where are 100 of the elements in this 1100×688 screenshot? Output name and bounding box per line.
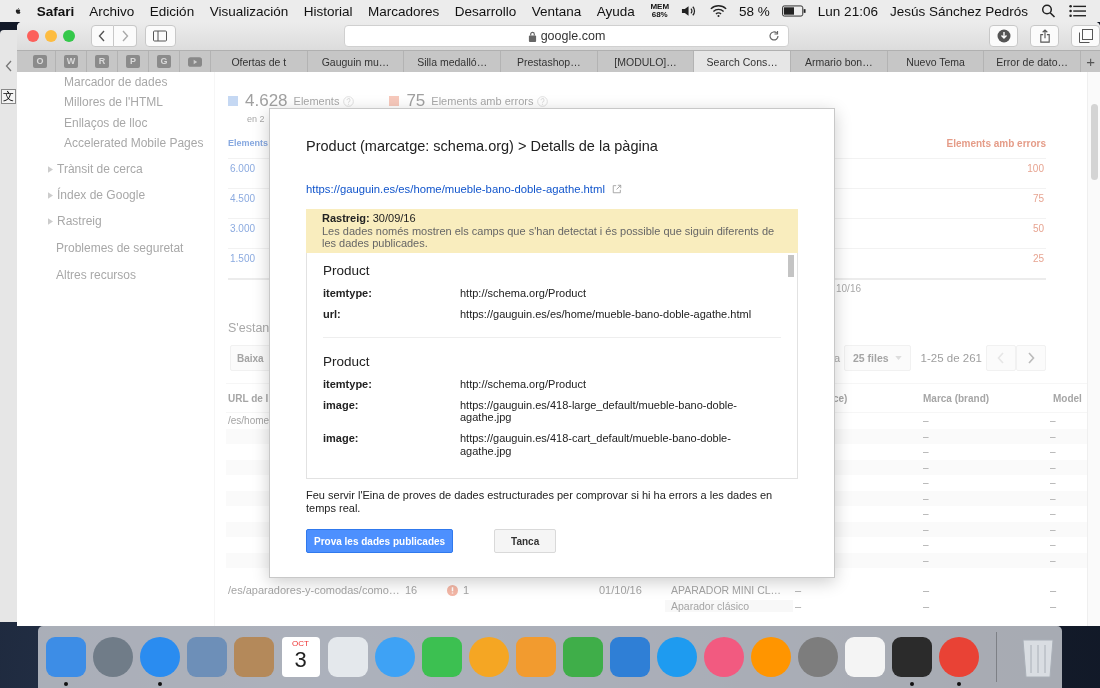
page-range: 1-25 de 261 (920, 352, 982, 364)
menu-item[interactable]: Archivo (89, 3, 135, 19)
table-cell-text: – (1049, 461, 1057, 473)
table-cell-text: – (1049, 600, 1058, 612)
disclosure-triangle-icon[interactable] (48, 217, 53, 225)
external-link-icon[interactable] (611, 184, 622, 194)
property-value: http://schema.org/Product (460, 377, 587, 390)
running-indicator (63, 682, 68, 686)
day-label: 3 (294, 648, 307, 672)
table-cell-text: – (1049, 415, 1057, 427)
running-indicator (909, 682, 914, 686)
property-value: https://gauguin.es/418-large_default/mueble-bano-doble-agathe.jpg (460, 398, 739, 424)
chevron-left-icon[interactable] (4, 60, 13, 72)
menu-item[interactable]: Ventana (531, 3, 582, 19)
disclosure-triangle-icon[interactable] (48, 165, 53, 173)
help-icon[interactable] (537, 95, 549, 107)
download-icon (996, 29, 1011, 43)
dialog-message: Feu servir l'Eina de proves de dades estructurades per comprovar si hi ha errors a les dades en temps real. (306, 489, 774, 515)
property-value: https://gauguin.es/418-cart_default/mueble-bano-doble-agathe.jpg (460, 432, 732, 457)
table-cell-text: – (922, 477, 930, 489)
axis-tick-label: 100 (1027, 163, 1045, 174)
menu-item[interactable]: Desarrollo (454, 3, 517, 19)
table-cell-text: – (922, 523, 930, 535)
axis-title: Elements (228, 138, 269, 148)
scrollbar-thumb[interactable] (788, 255, 794, 277)
wifi-icon[interactable] (710, 4, 728, 18)
chevron-right-icon (1027, 352, 1035, 364)
table-cell-text: /es/home (227, 415, 271, 427)
sidebar-button[interactable] (144, 25, 176, 47)
table-cell-text: – (1049, 430, 1057, 442)
table-cell-text: – (922, 430, 930, 442)
menu-item[interactable]: Visualización (209, 3, 289, 19)
browser-tab[interactable]: Search Cons… (694, 51, 792, 72)
clock[interactable]: Lun 21:06 (817, 3, 878, 19)
metric-value: 4.628 (245, 91, 288, 111)
axis-tick-label: 50 (1032, 223, 1045, 234)
property-name: image: (323, 432, 360, 446)
next-page-button[interactable] (1016, 345, 1046, 371)
axis-tick-label: 25 (1032, 253, 1045, 264)
translate-button[interactable]: 文 (1, 89, 16, 104)
item-type-heading: Product (323, 352, 371, 371)
axis-tick-label: 3.000 (229, 223, 256, 234)
table-cell-text: – (922, 584, 931, 596)
table-cell-text: – (1049, 492, 1057, 504)
metric-value: 75 (406, 91, 426, 111)
crawl-date: Rastreig: 30/09/16 (322, 212, 417, 225)
property-name: url: (323, 308, 342, 321)
menu-item[interactable]: Edición (149, 3, 195, 19)
new-tab-button[interactable]: + (1081, 51, 1100, 72)
battery-percent[interactable]: 58 % (739, 3, 770, 19)
sidebar-icon (153, 29, 168, 43)
disclosure-triangle-icon[interactable] (48, 191, 53, 199)
minimize-button[interactable] (44, 30, 57, 42)
menu-item[interactable]: Marcadores (367, 3, 440, 19)
table-cell-text: – (922, 492, 930, 504)
list-icon[interactable] (1069, 4, 1086, 18)
table-cell-text: – (922, 600, 931, 612)
memory-indicator[interactable]: MEM 68% (650, 3, 670, 19)
table-cell-text: – (922, 554, 930, 566)
notice-text: Les dades només mostren els camps que s'han detectat i és possible que siguin diferents de les dades publicades. (322, 224, 776, 250)
axis-tick-label: 6.000 (229, 163, 256, 174)
running-indicator (157, 682, 162, 686)
error-count: 1 (443, 584, 593, 596)
property-value: https://gauguin.es/es/home/mueble-bano-doble-agathe.html (460, 308, 753, 321)
table-cell-text: – (1049, 523, 1057, 535)
axis-title: Elements amb errors (946, 138, 1046, 149)
property-name: itemtype: (323, 287, 373, 300)
property-name: image: (323, 398, 360, 413)
help-icon[interactable] (343, 95, 355, 107)
zoom-button[interactable] (62, 30, 75, 42)
tabs-button[interactable] (1071, 25, 1100, 47)
back-button[interactable] (90, 25, 114, 47)
table-cell-text: – (1049, 554, 1057, 566)
search-icon[interactable] (1040, 4, 1057, 18)
chevron-right-icon (120, 30, 129, 42)
table-cell-text: – (922, 508, 930, 520)
lock-icon (527, 30, 537, 42)
close-button[interactable] (27, 30, 39, 42)
scrollbar-thumb[interactable] (1090, 104, 1098, 180)
forward-button[interactable] (113, 25, 137, 47)
dock-item[interactable]: OCT 3 (277, 626, 324, 688)
axis-tick-label: 75 (1032, 193, 1045, 204)
reload-icon[interactable] (768, 30, 781, 42)
section-title: S'estan (228, 321, 271, 336)
page-link[interactable]: https://gauguin.es/es/home/mueble-bano-doble-agathe.html (306, 183, 605, 195)
table-cell-text: – (794, 600, 803, 612)
axis-tick-label: 10/16 (836, 283, 862, 294)
user-name[interactable]: Jesús Sánchez Pedrós (889, 3, 1028, 19)
dialog-button[interactable]: Tanca (494, 529, 557, 553)
battery-icon[interactable] (781, 4, 806, 18)
menu-item[interactable]: Ayuda (596, 3, 635, 19)
downloads-button[interactable] (989, 25, 1019, 47)
previous-page-button[interactable] (986, 345, 1016, 371)
menu-item[interactable]: Historial (303, 3, 353, 19)
address-bar[interactable]: google.com (343, 25, 790, 47)
menu-item[interactable]: Safari (36, 3, 75, 19)
play-icon (188, 56, 202, 67)
table-cell-text: – (1049, 446, 1057, 458)
property-value: http://schema.org/Product (460, 287, 587, 300)
share-button[interactable] (1030, 25, 1060, 47)
